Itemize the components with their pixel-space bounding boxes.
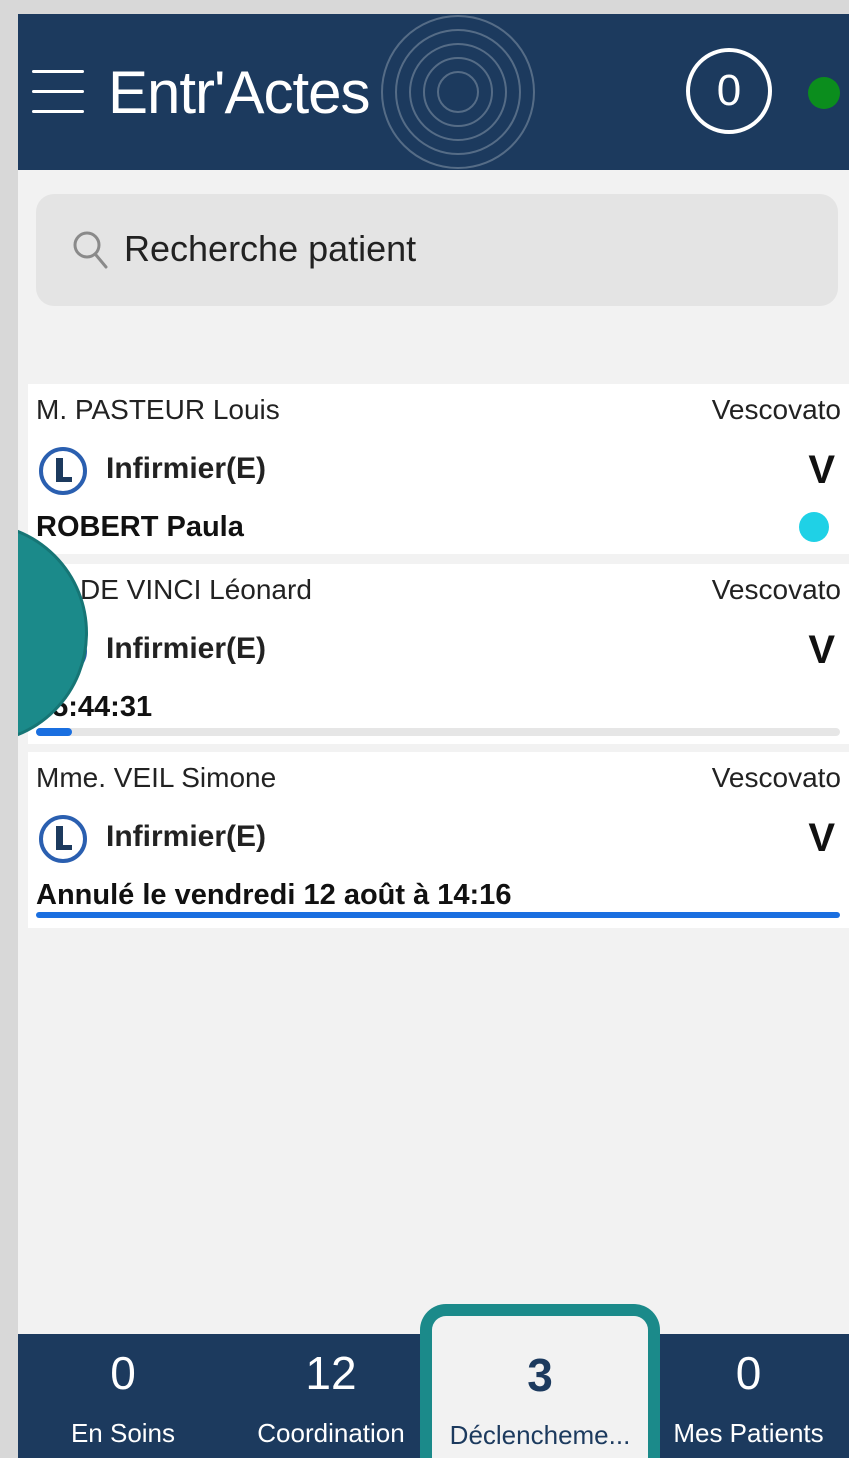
cancellation-note: Annulé le vendredi 12 août à 14:16 — [36, 879, 512, 911]
patient-name: DE VINCI Léonard — [80, 574, 312, 605]
visit-flag: V — [808, 448, 835, 492]
caregiver-role: Infirmier(E) — [106, 452, 267, 485]
tab-coordination[interactable]: 12 Coordination — [228, 1334, 434, 1458]
app-header: Entr'Actes 0 — [18, 14, 849, 170]
tab-label: Déclencheme... — [449, 1420, 631, 1450]
tab-declenchement[interactable]: 3 Déclencheme... — [420, 1304, 660, 1458]
patient-search-field[interactable]: Recherche patient — [36, 194, 838, 306]
tab-count: 0 — [110, 1347, 136, 1399]
bottom-tab-bar: 0 En Soins 12 Coordination 3 Déclencheme… — [18, 1304, 849, 1458]
timer-progress-fill — [36, 728, 73, 736]
logo-watermark-icon — [381, 15, 535, 169]
status-indicator-dot — [799, 512, 829, 542]
tab-label: Coordination — [257, 1418, 405, 1448]
tab-label: En Soins — [70, 1418, 176, 1448]
patient-city: Vescovato — [711, 574, 841, 605]
search-placeholder: Recherche patient — [124, 228, 417, 269]
patient-card[interactable]: M. PASTEUR Louis Vescovato Infirmier(E) … — [28, 384, 849, 554]
tab-en-soins[interactable]: 0 En Soins — [18, 1334, 228, 1458]
visit-flag: V — [808, 816, 835, 860]
connection-status-indicator — [808, 77, 840, 109]
search-icon — [73, 231, 108, 269]
tab-label: Mes Patients — [673, 1418, 824, 1448]
tab-count: 3 — [527, 1349, 553, 1401]
tab-count: 0 — [735, 1347, 762, 1399]
patient-card[interactable]: DE VINCI Léonard Vescovato Infirmier(E) … — [28, 564, 849, 744]
caregiver-role: Infirmier(E) — [106, 632, 267, 665]
notification-counter[interactable]: 0 — [686, 48, 772, 134]
visit-flag: V — [808, 628, 835, 672]
patient-name: M. PASTEUR Louis — [36, 394, 280, 425]
tab-count: 12 — [305, 1347, 357, 1399]
app-screen: Entr'Actes 0 Recherche patient M. PASTEU… — [18, 14, 849, 1458]
caregiver-role: Infirmier(E) — [106, 820, 267, 853]
patient-city: Vescovato — [711, 762, 841, 793]
hamburger-menu-icon[interactable] — [32, 70, 84, 116]
caregiver-name: ROBERT Paula — [36, 511, 244, 543]
cancellation-bar — [36, 912, 840, 918]
app-title: Entr'Actes — [108, 59, 371, 126]
tab-mes-patients[interactable]: 0 Mes Patients — [648, 1334, 849, 1458]
patient-city: Vescovato — [711, 394, 841, 425]
timer-progress-bar — [36, 728, 840, 736]
patient-name: Mme. VEIL Simone — [36, 762, 277, 793]
patient-card[interactable]: Mme. VEIL Simone Vescovato Infirmier(E) … — [28, 752, 849, 928]
nurse-badge-icon — [39, 447, 87, 495]
nurse-badge-icon — [39, 815, 87, 863]
